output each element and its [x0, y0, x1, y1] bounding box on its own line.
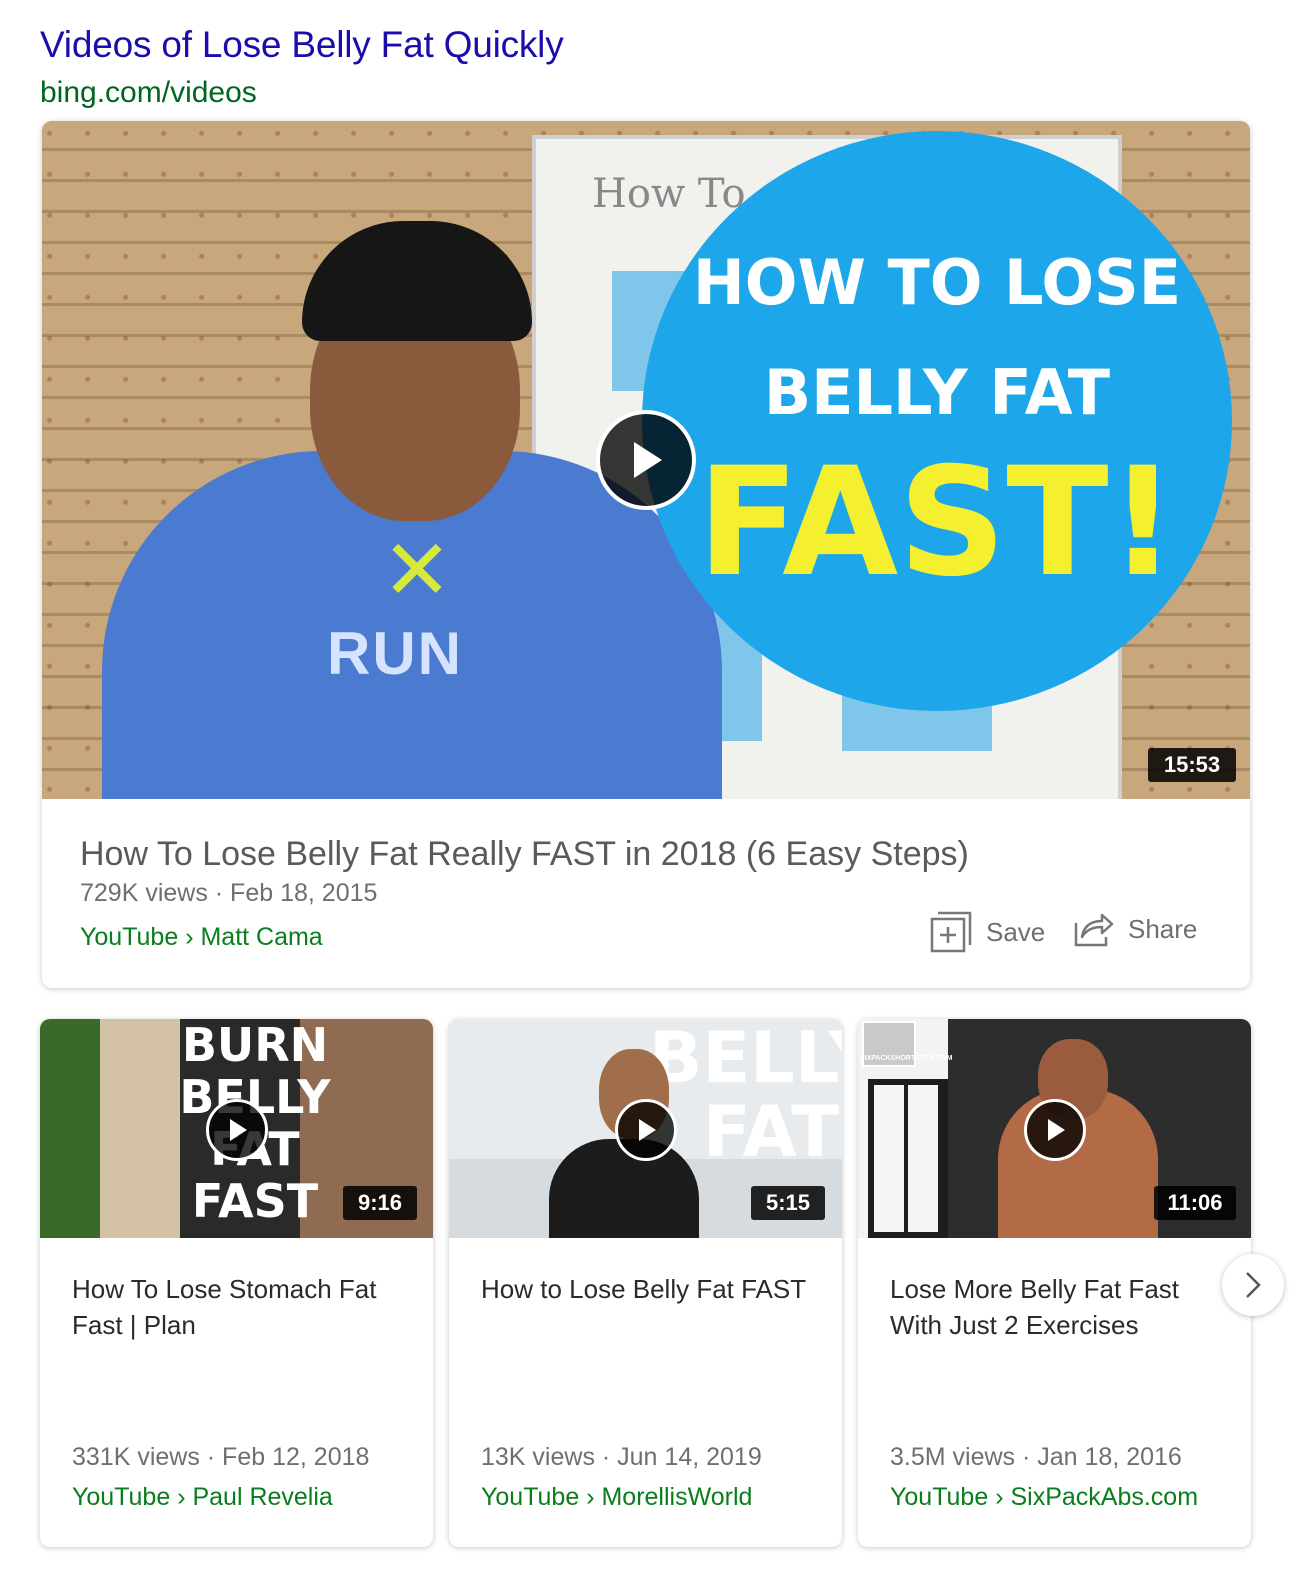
video-thumbnail[interactable]: BELLY FAT 5:15: [449, 1019, 842, 1238]
featured-video-title[interactable]: How To Lose Belly Fat Really FAST in 201…: [80, 835, 969, 874]
chevron-right-icon: [1246, 1272, 1261, 1298]
thumbnail-headline-line2: BELLY FAT: [763, 356, 1111, 429]
thumbnail-headline-line1: HOW TO LOSE: [692, 246, 1182, 319]
video-card[interactable]: BURN BELLY FAT FAST 9:16 How To Lose Sto…: [40, 1019, 433, 1547]
channel-watermark-text: SIXPACKSHORTCUTS.COM: [860, 1055, 953, 1062]
play-button[interactable]: [596, 410, 696, 510]
video-meta: 13K views · Jun 14, 2019: [481, 1443, 762, 1471]
duration-badge: 5:15: [751, 1186, 825, 1220]
video-title[interactable]: How to Lose Belly Fat FAST: [481, 1271, 811, 1307]
duration-badge: 11:06: [1154, 1186, 1236, 1220]
shirt-text: RUN: [327, 620, 463, 687]
featured-video-card[interactable]: How To ✕ RUN HOW TO LOSE BELLY FAT FAST!…: [42, 121, 1250, 988]
video-source[interactable]: YouTube › SixPackAbs.com: [890, 1483, 1198, 1512]
play-button[interactable]: [206, 1099, 268, 1161]
play-icon: [230, 1119, 247, 1141]
video-source[interactable]: YouTube › MorellisWorld: [481, 1483, 752, 1512]
video-thumbnail[interactable]: BURN BELLY FAT FAST 9:16: [40, 1019, 433, 1238]
presenter-shirt: [549, 1139, 699, 1238]
play-icon: [639, 1119, 656, 1141]
duration-badge: 9:16: [343, 1186, 417, 1220]
results-title-link[interactable]: Videos of Lose Belly Fat Quickly: [40, 24, 564, 66]
share-label: Share: [1128, 913, 1198, 944]
play-icon: [634, 442, 662, 478]
video-card[interactable]: SIXPACKSHORTCUTS.COM 11:06 Lose More Bel…: [858, 1019, 1251, 1547]
play-button[interactable]: [615, 1099, 677, 1161]
thumbnail-headline-line3: FAST!: [696, 436, 1178, 610]
featured-video-meta: 729K views · Feb 18, 2015: [80, 879, 378, 907]
thumbnail-text: BELLY FAT: [649, 1019, 842, 1173]
carousel-next-button[interactable]: [1222, 1254, 1284, 1316]
video-thumbnail[interactable]: SIXPACKSHORTCUTS.COM 11:06: [858, 1019, 1251, 1238]
whiteboard-text: How To: [592, 171, 746, 217]
shirt-logo-icon: ✕: [381, 523, 453, 617]
save-button[interactable]: Save: [930, 911, 1045, 953]
share-arrow-icon: [1074, 913, 1114, 947]
video-title[interactable]: How To Lose Stomach Fat Fast | Plan: [72, 1271, 402, 1343]
video-meta: 331K views · Feb 12, 2018: [72, 1443, 370, 1471]
add-box-icon: [930, 911, 972, 953]
duration-badge: 15:53: [1148, 748, 1236, 782]
video-meta: 3.5M views · Jan 18, 2016: [890, 1443, 1182, 1471]
video-title[interactable]: Lose More Belly Fat Fast With Just 2 Exe…: [890, 1271, 1220, 1343]
play-button[interactable]: [1024, 1099, 1086, 1161]
save-label: Save: [986, 916, 1046, 947]
presenter-cap: [302, 221, 532, 341]
video-source[interactable]: YouTube › Paul Revelia: [72, 1483, 333, 1512]
play-icon: [1048, 1119, 1065, 1141]
share-button[interactable]: Share: [1074, 911, 1197, 947]
room-divider: [868, 1079, 948, 1238]
video-card[interactable]: BELLY FAT 5:15 How to Lose Belly Fat FAS…: [449, 1019, 842, 1547]
featured-video-source[interactable]: YouTube › Matt Cama: [80, 923, 323, 952]
featured-video-thumbnail[interactable]: How To ✕ RUN HOW TO LOSE BELLY FAT FAST!…: [42, 121, 1250, 799]
results-source-url: bing.com/videos: [40, 76, 257, 109]
